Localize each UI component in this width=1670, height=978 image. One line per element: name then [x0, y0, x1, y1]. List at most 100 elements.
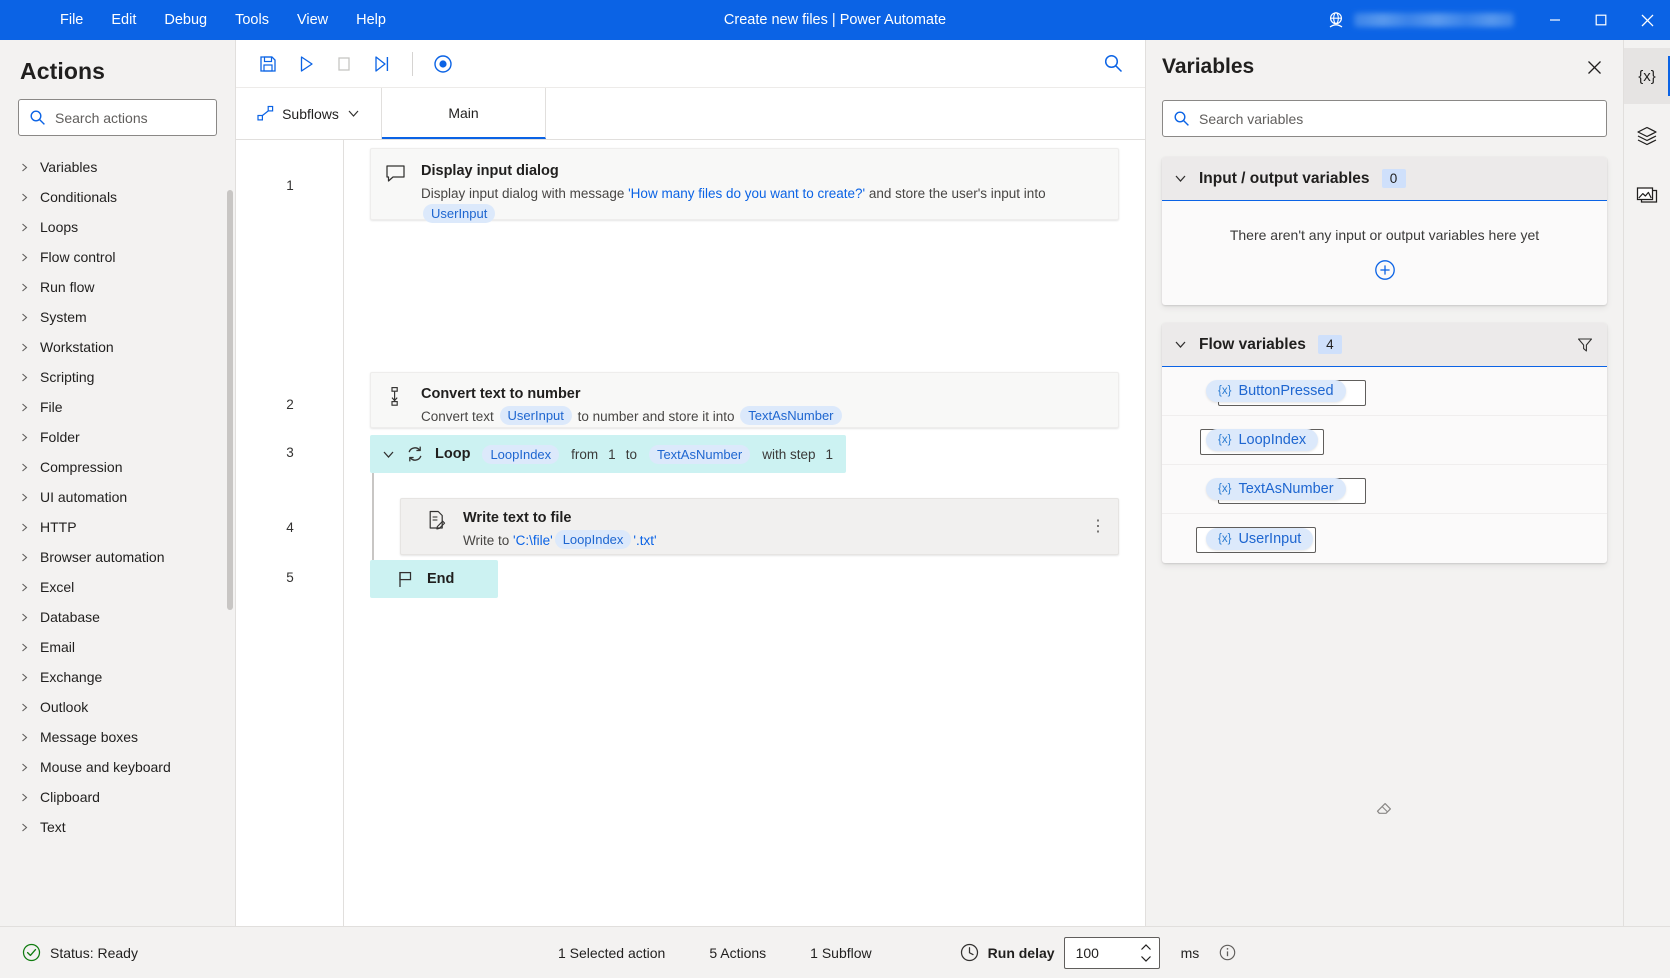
- sidebar-item-mouse-and-keyboard[interactable]: Mouse and keyboard: [0, 752, 235, 782]
- chevron-down-icon[interactable]: [1139, 954, 1153, 963]
- sidebar-item-exchange[interactable]: Exchange: [0, 662, 235, 692]
- info-icon[interactable]: [1219, 944, 1236, 961]
- tab-main[interactable]: Main: [382, 88, 546, 139]
- sidebar-item-browser-automation[interactable]: Browser automation: [0, 542, 235, 572]
- variable-row-loopindex[interactable]: {x} LoopIndex: [1162, 416, 1607, 465]
- sidebar-item-email[interactable]: Email: [0, 632, 235, 662]
- variable-chip[interactable]: UserInput: [500, 406, 572, 425]
- sidebar-item-outlook[interactable]: Outlook: [0, 692, 235, 722]
- rail-button-ui-elements[interactable]: [1624, 108, 1670, 164]
- sidebar-item-compression[interactable]: Compression: [0, 452, 235, 482]
- sidebar-item-ui-automation[interactable]: UI automation: [0, 482, 235, 512]
- action-loop-end[interactable]: End: [370, 560, 498, 598]
- run-delay-stepper[interactable]: 100: [1064, 937, 1160, 969]
- chevron-down-icon: [347, 107, 360, 120]
- stepper-arrows[interactable]: [1139, 943, 1153, 963]
- sidebar-item-database[interactable]: Database: [0, 602, 235, 632]
- sidebar-item-workstation[interactable]: Workstation: [0, 332, 235, 362]
- variable-chip[interactable]: LoopIndex: [482, 445, 559, 464]
- chevron-down-icon[interactable]: [382, 448, 395, 461]
- sidebar-item-folder[interactable]: Folder: [0, 422, 235, 452]
- menu-item-debug[interactable]: Debug: [152, 7, 219, 34]
- sidebar-item-scripting[interactable]: Scripting: [0, 362, 235, 392]
- actions-scrollbar[interactable]: [227, 190, 233, 890]
- variables-pane-title: Variables: [1162, 55, 1254, 79]
- eraser-icon[interactable]: [1375, 798, 1395, 818]
- flow-variables-header[interactable]: Flow variables 4: [1162, 323, 1607, 367]
- menu-item-file[interactable]: File: [48, 7, 95, 34]
- sidebar-item-variables[interactable]: Variables: [0, 152, 235, 182]
- actions-scrollbar-thumb[interactable]: [227, 190, 233, 610]
- sidebar-item-label: Variables: [40, 159, 97, 175]
- variable-prefix: {x}: [1218, 385, 1231, 397]
- sidebar-item-text[interactable]: Text: [0, 812, 235, 842]
- variable-row-textasnumber[interactable]: {x} TextAsNumber: [1162, 465, 1607, 514]
- stop-icon: [334, 54, 354, 74]
- rail-button-images[interactable]: [1624, 168, 1670, 224]
- account-area[interactable]: [1326, 10, 1514, 30]
- variable-chip[interactable]: TextAsNumber: [740, 406, 841, 425]
- action-write-text-to-file[interactable]: Write text to file Write to 'C:\file'Loo…: [400, 498, 1119, 555]
- search-actions-input[interactable]: Search actions: [18, 99, 217, 136]
- variable-pill[interactable]: {x} ButtonPressed: [1206, 380, 1346, 402]
- loop-to-label: to: [626, 447, 637, 462]
- flow-canvas[interactable]: 1 Display input dialog Display input dia…: [236, 140, 1145, 926]
- sidebar-item-message-boxes[interactable]: Message boxes: [0, 722, 235, 752]
- menu-item-help[interactable]: Help: [344, 7, 398, 34]
- sidebar-item-excel[interactable]: Excel: [0, 572, 235, 602]
- menu-item-view[interactable]: View: [285, 7, 340, 34]
- variable-row-buttonpressed[interactable]: {x} ButtonPressed: [1162, 367, 1607, 416]
- chevron-down-icon[interactable]: [1174, 338, 1187, 351]
- variable-pill[interactable]: {x} LoopIndex: [1206, 429, 1318, 451]
- variable-chip[interactable]: TextAsNumber: [649, 445, 750, 464]
- chevron-up-icon[interactable]: [1139, 943, 1153, 952]
- close-button[interactable]: [1624, 0, 1670, 40]
- sidebar-item-clipboard[interactable]: Clipboard: [0, 782, 235, 812]
- variable-pill[interactable]: {x} UserInput: [1206, 528, 1313, 550]
- variable-chip[interactable]: UserInput: [423, 204, 495, 223]
- variable-chip[interactable]: LoopIndex: [555, 530, 632, 549]
- search-variables-input[interactable]: Search variables: [1162, 100, 1607, 137]
- action-description: Convert text UserInput to number and sto…: [421, 406, 1110, 427]
- action-loop[interactable]: Loop LoopIndex from 1 to TextAsNumber wi…: [370, 435, 846, 473]
- action-display-input-dialog[interactable]: Display input dialog Display input dialo…: [370, 148, 1119, 220]
- input-output-variables-header[interactable]: Input / output variables 0: [1162, 157, 1607, 201]
- stop-button[interactable]: [326, 47, 362, 81]
- maximize-button[interactable]: [1578, 0, 1624, 40]
- row-number: 1: [236, 178, 344, 193]
- sidebar-item-system[interactable]: System: [0, 302, 235, 332]
- sidebar-item-conditionals[interactable]: Conditionals: [0, 182, 235, 212]
- variables-x-icon: {x}: [1638, 68, 1656, 85]
- run-delay-value[interactable]: 100: [1076, 945, 1139, 961]
- run-button[interactable]: [288, 47, 324, 81]
- menu-item-edit[interactable]: Edit: [99, 7, 148, 34]
- globe-icon: [1326, 10, 1346, 30]
- action-more-button[interactable]: ⋮: [1090, 525, 1104, 529]
- sidebar-item-label: UI automation: [40, 489, 127, 505]
- sidebar-item-flow-control[interactable]: Flow control: [0, 242, 235, 272]
- sidebar-item-file[interactable]: File: [0, 392, 235, 422]
- title-bar-right: [1326, 0, 1670, 40]
- sidebar-item-run-flow[interactable]: Run flow: [0, 272, 235, 302]
- save-button[interactable]: [250, 47, 286, 81]
- menu-item-tools[interactable]: Tools: [223, 7, 281, 34]
- chevron-down-icon[interactable]: [1174, 172, 1187, 185]
- action-convert-text-to-number[interactable]: Convert text to number Convert text User…: [370, 372, 1119, 428]
- sidebar-item-http[interactable]: HTTP: [0, 512, 235, 542]
- record-button[interactable]: [425, 47, 461, 81]
- run-next-action-button[interactable]: [364, 47, 400, 81]
- minimize-button[interactable]: [1532, 0, 1578, 40]
- variable-row-userinput[interactable]: {x} UserInput: [1162, 514, 1607, 563]
- plus-circle-icon[interactable]: [1374, 259, 1396, 281]
- chevron-right-icon: [20, 313, 29, 322]
- rail-button-variables[interactable]: {x}: [1624, 48, 1670, 104]
- flow-search-button[interactable]: [1095, 47, 1131, 81]
- variable-pill[interactable]: {x} TextAsNumber: [1206, 478, 1346, 500]
- sidebar-item-loops[interactable]: Loops: [0, 212, 235, 242]
- close-variables-pane-button[interactable]: [1579, 52, 1609, 82]
- chevron-right-icon: [20, 193, 29, 202]
- tab-subflows[interactable]: Subflows: [236, 88, 382, 139]
- sidebar-item-label: Excel: [40, 579, 74, 595]
- funnel-icon[interactable]: [1577, 337, 1593, 353]
- chevron-right-icon: [20, 283, 29, 292]
